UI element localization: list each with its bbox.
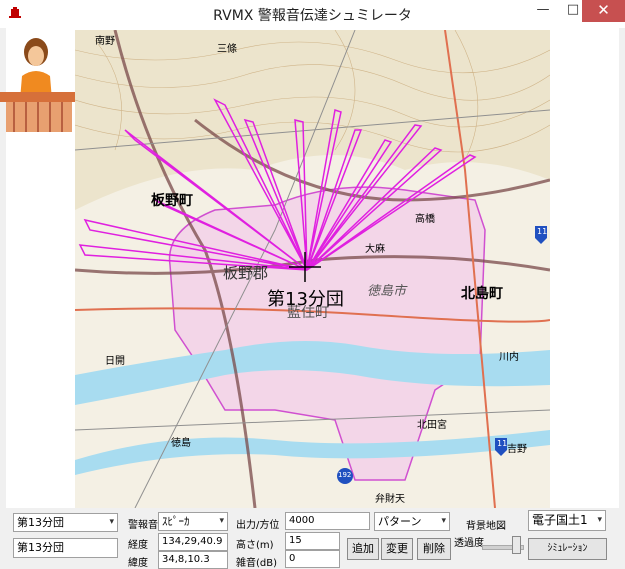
operator-avatar xyxy=(0,38,78,132)
label-hiyagami: 日開 xyxy=(105,356,125,367)
route-11-south-label: 11 xyxy=(497,439,508,448)
chevron-down-icon: ▾ xyxy=(219,516,224,526)
add-button[interactable]: 追加 xyxy=(347,538,379,560)
route-192-label: 192 xyxy=(338,471,352,479)
latitude-label: 緯度 xyxy=(128,558,148,569)
chevron-down-icon: ▾ xyxy=(441,516,446,526)
map-canvas xyxy=(75,30,550,508)
label-heiji: 徳島 xyxy=(171,438,191,449)
chevron-down-icon: ▾ xyxy=(109,517,114,527)
label-kitajima: 北島町 xyxy=(461,286,503,302)
label-kawauchi: 川内 xyxy=(499,352,519,363)
height-label: 高さ(m) xyxy=(236,540,274,551)
longitude-label: 経度 xyxy=(128,540,148,551)
alarm-select-value: ｽﾋﾟｰｶ xyxy=(162,515,190,528)
pattern-select-value: パターン xyxy=(378,515,422,528)
height-field[interactable]: 15 xyxy=(285,532,340,550)
unit-select[interactable]: 第13分団 ▾ xyxy=(13,513,118,532)
label-yoshino: 吉野 xyxy=(507,444,527,455)
chevron-down-icon: ▾ xyxy=(597,515,602,525)
control-panel: 第13分団 ▾ 第13分団 警報音 ｽﾋﾟｰｶ ▾ 経度 134,29,40.9… xyxy=(0,508,625,569)
simulate-button[interactable]: ｼﾐｭﾚｰｼｮﾝ xyxy=(528,538,607,560)
label-kitatamiya: 北田宮 xyxy=(417,420,447,431)
unit-name-field[interactable]: 第13分団 xyxy=(13,538,118,558)
noise-label: 雑音(dB) xyxy=(236,558,278,569)
transparency-label: 透過度 xyxy=(454,538,484,549)
unit-select-value: 第13分団 xyxy=(17,516,64,529)
noise-field[interactable]: 0 xyxy=(285,550,340,568)
title-bar: RVMX 警報音伝達シュミレータ — □ ✕ xyxy=(0,0,625,28)
background-map-value: 電子国土1 xyxy=(532,513,588,527)
power-field[interactable]: 4000 xyxy=(285,512,370,530)
label-minami: 南野 xyxy=(95,36,115,47)
label-kashii: 大麻 xyxy=(365,244,385,255)
label-takahashi: 高橋 xyxy=(415,214,435,225)
alarm-label: 警報音 xyxy=(128,520,158,531)
label-aizumi: 藍住町 xyxy=(287,305,329,321)
minimize-button[interactable]: — xyxy=(527,0,559,22)
alarm-select[interactable]: ｽﾋﾟｰｶ ▾ xyxy=(158,512,228,531)
label-itano-town: 板野町 xyxy=(151,193,193,209)
label-tokushima: 徳島市 xyxy=(367,284,407,299)
label-sanjo: 三條 xyxy=(217,44,237,55)
background-map-label: 背景地図 xyxy=(466,521,506,532)
change-button[interactable]: 変更 xyxy=(381,538,413,560)
delete-button[interactable]: 削除 xyxy=(417,538,451,560)
transparency-slider-thumb[interactable] xyxy=(512,536,521,554)
close-button[interactable]: ✕ xyxy=(582,0,625,22)
route-11-label: 11 xyxy=(537,227,548,236)
longitude-field[interactable]: 134,29,40.9 xyxy=(158,533,228,551)
power-label: 出力/方位 xyxy=(236,520,280,531)
label-itano-gun: 板野郡 xyxy=(223,264,269,282)
map-view[interactable]: 板野町 板野郡 第13分団 藍住町 徳島市 北島町 三條 大麻 日開 高橋 吉野… xyxy=(75,30,550,508)
label-benten: 弁財天 xyxy=(375,494,405,505)
latitude-field[interactable]: 34,8,10.3 xyxy=(158,551,228,569)
pattern-select[interactable]: パターン ▾ xyxy=(374,512,450,531)
background-map-select[interactable]: 電子国土1 ▾ xyxy=(528,510,606,531)
